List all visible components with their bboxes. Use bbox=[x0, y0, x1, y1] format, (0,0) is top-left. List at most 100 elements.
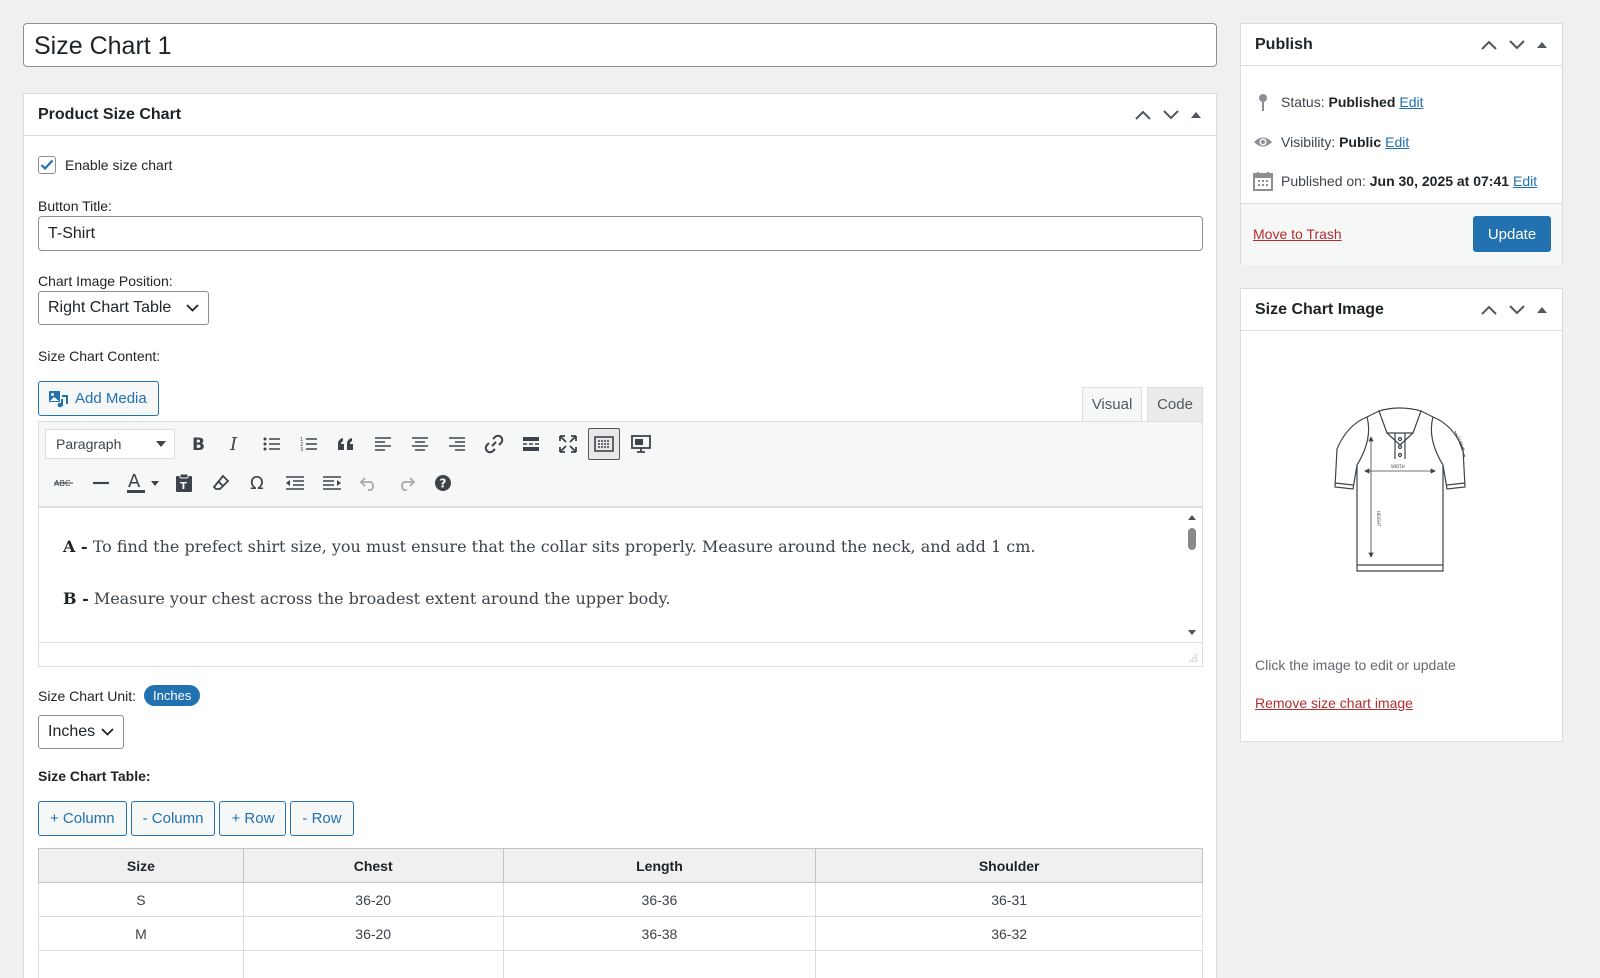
edit-visibility-link[interactable]: Edit bbox=[1385, 134, 1409, 150]
numbered-list-icon[interactable]: 123 bbox=[290, 428, 327, 460]
enable-size-chart-checkbox[interactable] bbox=[38, 156, 56, 174]
post-title-input[interactable]: Size Chart 1 bbox=[23, 23, 1217, 67]
help-icon[interactable]: ? bbox=[424, 467, 461, 499]
size-chart-unit-label: Size Chart Unit: bbox=[38, 687, 137, 704]
read-more-icon[interactable] bbox=[512, 428, 549, 460]
align-right-icon[interactable] bbox=[438, 428, 475, 460]
table-cell[interactable] bbox=[242, 950, 504, 978]
resize-handle-icon[interactable] bbox=[1188, 653, 1198, 663]
editor-toolbar: Paragraph B I 123 ABC A T Ω ? bbox=[38, 421, 1203, 507]
published-value: Jun 30, 2025 at 07:41 bbox=[1369, 173, 1510, 189]
table-cell[interactable]: 36-31 bbox=[815, 882, 1203, 917]
table-header-row: Size Chest Length Shoulder bbox=[38, 848, 1203, 883]
fullscreen-icon[interactable] bbox=[549, 428, 586, 460]
table-cell[interactable]: M bbox=[38, 916, 244, 951]
unit-select[interactable]: Inches bbox=[38, 715, 124, 749]
format-select[interactable]: Paragraph bbox=[45, 429, 175, 459]
visibility-value: Public bbox=[1339, 134, 1382, 150]
published-on-row: Published on: Jun 30, 2025 at 07:41 Edit bbox=[1253, 171, 1537, 191]
button-title-input[interactable]: T-Shirt bbox=[38, 216, 1203, 251]
table-header-cell[interactable]: Chest bbox=[242, 848, 504, 883]
add-media-icon bbox=[49, 390, 68, 407]
add-row-button[interactable]: + Row bbox=[219, 801, 287, 836]
blockquote-icon[interactable] bbox=[327, 428, 364, 460]
tab-code[interactable]: Code bbox=[1147, 387, 1203, 421]
table-cell[interactable]: 36-20 bbox=[242, 882, 504, 917]
move-down-icon[interactable] bbox=[1508, 39, 1526, 51]
indent-icon[interactable] bbox=[313, 467, 350, 499]
link-icon[interactable] bbox=[475, 428, 512, 460]
add-column-button[interactable]: + Column bbox=[38, 801, 127, 836]
move-up-icon[interactable] bbox=[1480, 304, 1498, 316]
table-cell[interactable] bbox=[502, 950, 817, 978]
paste-text-icon[interactable]: T bbox=[165, 467, 202, 499]
paragraph-text: Measure your chest across the broadest e… bbox=[88, 589, 671, 608]
table-cell[interactable] bbox=[815, 950, 1203, 978]
scroll-down-icon bbox=[1188, 630, 1196, 635]
bold-icon[interactable]: B bbox=[179, 428, 216, 460]
move-up-icon[interactable] bbox=[1480, 39, 1498, 51]
content-paragraph-b: B - Measure your chest across the broade… bbox=[63, 586, 1035, 612]
visibility-label: Visibility: bbox=[1281, 134, 1336, 150]
postbox-title: Size Chart Image bbox=[1255, 300, 1384, 318]
table-header-cell[interactable]: Shoulder bbox=[815, 848, 1203, 883]
toolbar-toggle-icon[interactable] bbox=[588, 428, 620, 460]
align-center-icon[interactable] bbox=[401, 428, 438, 460]
size-chart-unit-row: Size Chart Unit: Inches bbox=[38, 685, 201, 706]
size-chart-image[interactable]: WIDTH HEIGHT SLEEVE bbox=[1325, 399, 1475, 583]
move-down-icon[interactable] bbox=[1508, 304, 1526, 316]
svg-text:?: ? bbox=[439, 477, 446, 491]
edit-date-link[interactable]: Edit bbox=[1513, 173, 1537, 189]
editor-content-area[interactable]: A - To find the prefect shirt size, you … bbox=[38, 507, 1203, 667]
undo-icon[interactable] bbox=[350, 467, 387, 499]
clear-formatting-icon[interactable] bbox=[202, 467, 239, 499]
collapse-toggle-icon[interactable] bbox=[1536, 40, 1548, 50]
text-color-icon[interactable]: A bbox=[119, 467, 165, 499]
move-to-trash-link[interactable]: Move to Trash bbox=[1253, 226, 1342, 242]
outdent-icon[interactable] bbox=[276, 467, 313, 499]
move-up-icon[interactable] bbox=[1134, 109, 1152, 121]
editor-scrollbar[interactable] bbox=[1186, 514, 1198, 636]
svg-text:T: T bbox=[180, 481, 187, 492]
special-character-icon[interactable]: Ω bbox=[239, 467, 276, 499]
paragraph-lead: A - bbox=[63, 537, 88, 556]
status-value: Published bbox=[1328, 94, 1396, 110]
move-down-icon[interactable] bbox=[1162, 109, 1180, 121]
content-paragraph-a: A - To find the prefect shirt size, you … bbox=[63, 534, 1035, 560]
collapse-toggle-icon[interactable] bbox=[1190, 110, 1202, 120]
publish-box: Publish Status: Published Edit Visibilit… bbox=[1240, 23, 1563, 265]
pin-icon bbox=[1259, 94, 1267, 111]
update-button[interactable]: Update bbox=[1473, 216, 1551, 252]
remove-row-button[interactable]: - Row bbox=[290, 801, 354, 836]
toolbar-row-2: ABC A T Ω ? bbox=[45, 467, 461, 499]
italic-icon[interactable]: I bbox=[216, 428, 253, 460]
strikethrough-icon[interactable]: ABC bbox=[45, 467, 82, 499]
status-label: Status: bbox=[1281, 94, 1325, 110]
format-select-value: Paragraph bbox=[56, 436, 122, 452]
table-cell[interactable]: 36-36 bbox=[502, 882, 817, 917]
enable-size-chart-row[interactable]: Enable size chart bbox=[38, 156, 172, 174]
collapse-toggle-icon[interactable] bbox=[1536, 305, 1548, 315]
handle-actions bbox=[1480, 304, 1548, 316]
table-row: M 36-20 36-38 36-32 bbox=[38, 916, 1203, 951]
image-position-select[interactable]: Right Chart Table bbox=[38, 291, 209, 325]
svg-text:B: B bbox=[192, 435, 205, 453]
edit-status-link[interactable]: Edit bbox=[1399, 94, 1423, 110]
table-cell[interactable]: 36-32 bbox=[815, 916, 1203, 951]
bullet-list-icon[interactable] bbox=[253, 428, 290, 460]
tab-visual[interactable]: Visual bbox=[1082, 387, 1142, 421]
remove-size-chart-image-link[interactable]: Remove size chart image bbox=[1255, 695, 1413, 711]
table-cell[interactable]: S bbox=[38, 882, 244, 917]
redo-icon[interactable] bbox=[387, 467, 424, 499]
remove-column-button[interactable]: - Column bbox=[130, 801, 216, 836]
table-header-cell[interactable]: Length bbox=[502, 848, 817, 883]
align-left-icon[interactable] bbox=[364, 428, 401, 460]
table-cell[interactable]: 36-38 bbox=[502, 916, 817, 951]
add-media-button[interactable]: Add Media bbox=[38, 381, 159, 416]
horizontal-line-icon[interactable] bbox=[82, 467, 119, 499]
table-cell[interactable]: 36-20 bbox=[242, 916, 504, 951]
preview-icon[interactable] bbox=[622, 428, 659, 460]
table-header-cell[interactable]: Size bbox=[38, 848, 244, 883]
size-chart-table: Size Chest Length Shoulder S 36-20 36-36… bbox=[38, 848, 1203, 978]
table-cell[interactable] bbox=[38, 950, 244, 978]
